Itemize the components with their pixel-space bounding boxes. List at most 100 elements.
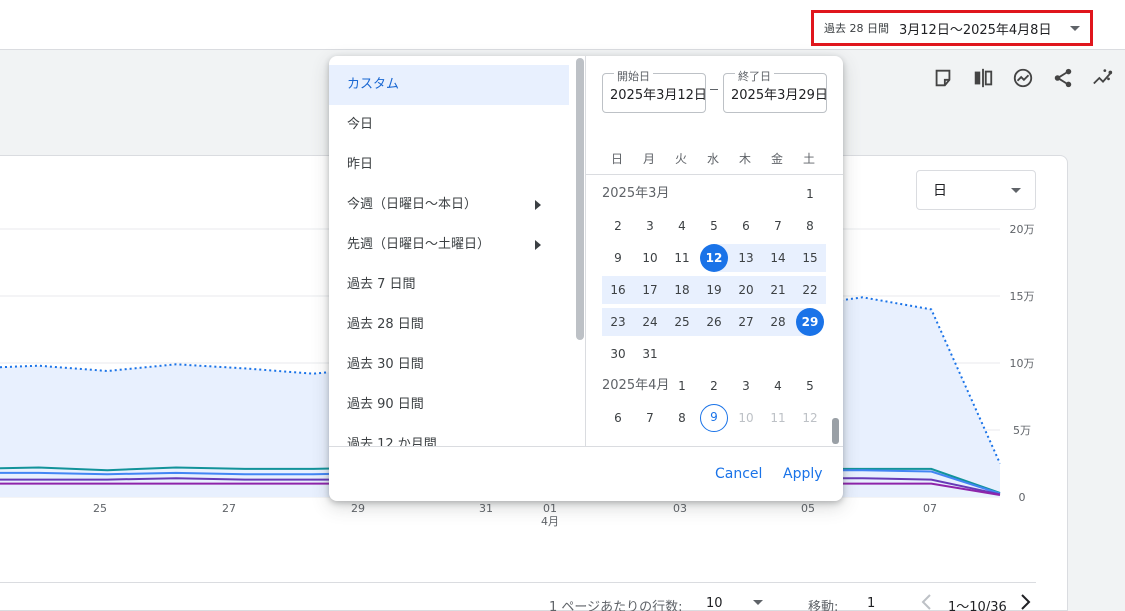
month-label: 2025年3月 — [602, 186, 670, 201]
trend-icon[interactable] — [1091, 66, 1115, 90]
calendar-day[interactable]: 10 — [636, 244, 664, 272]
weekday-label: 火 — [674, 152, 687, 166]
chevron-right-icon — [535, 200, 541, 210]
calendar-day[interactable]: 9 — [604, 244, 632, 272]
calendar-day[interactable]: 22 — [796, 276, 824, 304]
end-date-label: 終了日 — [735, 68, 774, 84]
preset-label: 過去 28 日間 — [347, 317, 424, 332]
preset-item[interactable]: カスタム — [329, 65, 569, 105]
goto-input[interactable]: 1 — [867, 596, 875, 611]
calendar-day[interactable]: 7 — [636, 404, 664, 432]
calendar-day[interactable]: 31 — [636, 340, 664, 368]
calendar-day[interactable]: 2 — [700, 372, 728, 400]
calendar-day[interactable]: 6 — [732, 212, 760, 240]
calendar-day[interactable]: 4 — [668, 212, 696, 240]
calendar-day[interactable]: 3 — [732, 372, 760, 400]
calendar-day[interactable]: 29 — [796, 308, 824, 336]
preset-scrollbar[interactable] — [576, 58, 584, 340]
weekday-label: 金 — [770, 152, 783, 166]
calendar-day: 11 — [770, 411, 786, 425]
table-footer — [0, 582, 1036, 611]
y-tick-label: 10万 — [1010, 357, 1035, 370]
y-tick-label: 15万 — [1010, 290, 1035, 303]
date-range-selector[interactable]: 過去 28 日間 3月12日～2025年4月8日 — [811, 10, 1093, 46]
calendar-day[interactable]: 17 — [636, 276, 664, 304]
goto-label: 移動: — [808, 600, 839, 611]
preset-item[interactable]: 今日 — [329, 105, 585, 145]
x-tick-label: 07 — [923, 502, 937, 515]
calendar-day[interactable]: 24 — [636, 308, 664, 336]
calendar-day[interactable]: 21 — [764, 276, 792, 304]
calendar-day[interactable]: 4 — [764, 372, 792, 400]
rows-per-page-select[interactable]: 10 — [706, 596, 723, 611]
chevron-left-icon[interactable] — [917, 592, 937, 611]
note-icon[interactable] — [931, 66, 955, 90]
calendar-day[interactable]: 25 — [668, 308, 696, 336]
calendar-day[interactable]: 11 — [668, 244, 696, 272]
calendar-day[interactable]: 23 — [604, 308, 632, 336]
preset-label: 昨日 — [347, 157, 374, 172]
calendar-day[interactable]: 6 — [604, 404, 632, 432]
weekday-label: 水 — [706, 152, 719, 166]
calendar-day[interactable]: 20 — [732, 276, 760, 304]
calendar-day: 10 — [738, 411, 754, 425]
chevron-down-icon — [753, 600, 763, 605]
x-tick-label: 01 — [543, 502, 557, 515]
calendar-day[interactable]: 18 — [668, 276, 696, 304]
calendar-day[interactable]: 13 — [732, 244, 760, 272]
month-label: 2025年4月 — [602, 378, 670, 393]
calendar-day[interactable]: 8 — [796, 212, 824, 240]
apply-button[interactable]: Apply — [783, 466, 823, 482]
preset-item[interactable]: 過去 12 か月間 — [329, 425, 585, 446]
calendar-day[interactable]: 9 — [700, 404, 728, 432]
preset-item[interactable]: 過去 90 日間 — [329, 385, 585, 425]
range-dash — [710, 89, 718, 90]
calendar-day[interactable]: 5 — [796, 372, 824, 400]
calendar-day[interactable]: 8 — [668, 404, 696, 432]
preset-item[interactable]: 過去 7 日間 — [329, 265, 585, 305]
preset-item[interactable]: 過去 30 日間 — [329, 345, 585, 385]
weekday-header: 日月火水木金土 — [601, 150, 825, 167]
chevron-right-icon[interactable] — [1015, 592, 1035, 611]
preset-label: 今週（日曜日～本日） — [347, 197, 478, 212]
divider — [329, 446, 843, 447]
preset-item[interactable]: 過去 28 日間 — [329, 305, 585, 345]
x-tick-label: 03 — [673, 502, 687, 515]
preset-item[interactable]: 先週（日曜日～土曜日） — [329, 225, 585, 265]
compare-icon[interactable] — [971, 66, 995, 90]
chevron-down-icon — [1011, 188, 1021, 193]
calendar-day[interactable]: 1 — [796, 180, 824, 208]
calendar-day[interactable]: 28 — [764, 308, 792, 336]
calendar-day[interactable]: 19 — [700, 276, 728, 304]
preset-label: 過去 90 日間 — [347, 397, 424, 412]
calendar-day[interactable]: 14 — [764, 244, 792, 272]
calendar-day[interactable]: 1 — [668, 372, 696, 400]
calendar-day[interactable]: 27 — [732, 308, 760, 336]
calendar-day[interactable]: 16 — [604, 276, 632, 304]
calendar-day[interactable]: 5 — [700, 212, 728, 240]
report-toolbar — [931, 66, 1115, 90]
granularity-select[interactable]: 日 — [916, 170, 1036, 210]
y-tick-label: 5万 — [1013, 424, 1031, 437]
share-icon[interactable] — [1051, 66, 1075, 90]
calendar-day[interactable]: 30 — [604, 340, 632, 368]
calendar-day[interactable]: 7 — [764, 212, 792, 240]
calendar-day[interactable]: 15 — [796, 244, 824, 272]
chevron-right-icon — [535, 240, 541, 250]
weekday-label: 木 — [738, 152, 751, 166]
insights-icon[interactable] — [1011, 66, 1035, 90]
calendar-day[interactable]: 12 — [700, 244, 728, 272]
weekday-label: 日 — [610, 152, 623, 166]
preset-item[interactable]: 昨日 — [329, 145, 585, 185]
calendar-day[interactable]: 26 — [700, 308, 728, 336]
calendar-day[interactable]: 2 — [604, 212, 632, 240]
x-tick-sublabel: 4月 — [541, 515, 559, 528]
calendar-day[interactable]: 3 — [636, 212, 664, 240]
preset-item[interactable]: 今週（日曜日～本日） — [329, 185, 585, 225]
weekday-label: 月 — [642, 152, 655, 166]
cancel-button[interactable]: Cancel — [715, 466, 762, 482]
y-tick-label: 20万 — [1010, 223, 1035, 236]
x-tick-label: 29 — [351, 502, 365, 515]
calendar-scrollbar[interactable] — [832, 418, 839, 444]
x-tick-label: 31 — [479, 502, 493, 515]
